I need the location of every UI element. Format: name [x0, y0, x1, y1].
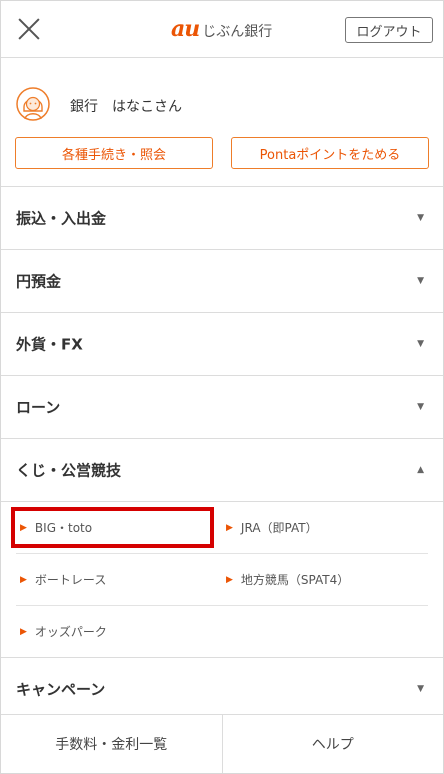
chevron-down-icon: ▼ — [417, 684, 424, 694]
chevron-down-icon: ▼ — [417, 276, 424, 286]
logo-mark: au — [171, 16, 200, 42]
user-info: 銀行 はなこさん — [16, 87, 182, 125]
triangle-right-icon: ▶ — [226, 574, 233, 585]
lottery-submenu: ▶ BIG・toto ▶ JRA（即PAT） ▶ ボートレース ▶ 地方競馬（S… — [1, 502, 443, 658]
submenu-odds-park[interactable]: ▶ オッズパーク — [16, 606, 222, 657]
menu-loan[interactable]: ローン ▼ — [1, 376, 443, 439]
menu-panel: au じぶん銀行 ログアウト 銀行 はなこさん 各種手続き・照会 Pontaポイ… — [0, 0, 444, 774]
user-name: 銀行 はなこさん — [70, 99, 182, 115]
help-button[interactable]: ヘルプ — [221, 715, 444, 773]
submenu-row: ▶ BIG・toto ▶ JRA（即PAT） — [11, 502, 428, 554]
submenu-label: ボートレース — [34, 573, 107, 587]
submenu-row: ▶ オッズパーク — [16, 606, 428, 657]
triangle-right-icon: ▶ — [20, 574, 27, 585]
header: au じぶん銀行 ログアウト — [1, 1, 443, 58]
submenu-label: JRA（即PAT） — [240, 521, 318, 535]
submenu-big-toto[interactable]: ▶ BIG・toto — [11, 502, 222, 553]
chevron-down-icon: ▼ — [417, 402, 424, 412]
logout-button[interactable]: ログアウト — [345, 17, 433, 43]
highlight-box — [11, 507, 214, 548]
menu-transfer[interactable]: 振込・入出金 ▼ — [1, 187, 443, 250]
submenu-label: 地方競馬（SPAT4） — [240, 573, 350, 587]
menu-label: くじ・公営競技 — [16, 461, 122, 480]
ponta-points-button[interactable]: Pontaポイントをためる — [231, 137, 429, 169]
logo-text: じぶん銀行 — [202, 24, 273, 40]
menu-foreign-fx[interactable]: 外貨・FX ▼ — [1, 313, 443, 376]
menu-lottery-racing[interactable]: くじ・公営競技 ▲ — [1, 439, 443, 502]
user-area: 銀行 はなこさん 各種手続き・照会 Pontaポイントをためる — [1, 58, 443, 187]
footer: 手数料・金利一覧 ヘルプ — [1, 714, 443, 773]
triangle-right-icon: ▶ — [20, 626, 27, 637]
chevron-down-icon: ▼ — [417, 213, 424, 223]
menu-campaign[interactable]: キャンペーン ▼ — [1, 658, 443, 721]
submenu-label: オッズパーク — [34, 625, 107, 639]
menu-label: ローン — [16, 398, 61, 417]
au-jibun-bank-logo: au じぶん銀行 — [171, 16, 272, 42]
close-icon[interactable] — [15, 15, 43, 43]
chevron-down-icon: ▼ — [417, 339, 424, 349]
menu-label: 外貨・FX — [16, 335, 83, 354]
triangle-right-icon: ▶ — [226, 522, 233, 533]
user-avatar-icon — [16, 87, 50, 125]
submenu-row: ▶ ボートレース ▶ 地方競馬（SPAT4） — [16, 554, 428, 606]
submenu-local-race[interactable]: ▶ 地方競馬（SPAT4） — [222, 554, 428, 605]
submenu-boatrace[interactable]: ▶ ボートレース — [16, 554, 222, 605]
menu-label: 円預金 — [16, 272, 62, 291]
procedures-inquiry-button[interactable]: 各種手続き・照会 — [15, 137, 213, 169]
menu-label: キャンペーン — [16, 680, 106, 699]
submenu-jra[interactable]: ▶ JRA（即PAT） — [222, 502, 428, 553]
chevron-up-icon: ▲ — [417, 465, 424, 475]
fees-rates-button[interactable]: 手数料・金利一覧 — [1, 715, 222, 773]
menu-label: 振込・入出金 — [16, 209, 107, 228]
menu-yen-deposit[interactable]: 円預金 ▼ — [1, 250, 443, 313]
